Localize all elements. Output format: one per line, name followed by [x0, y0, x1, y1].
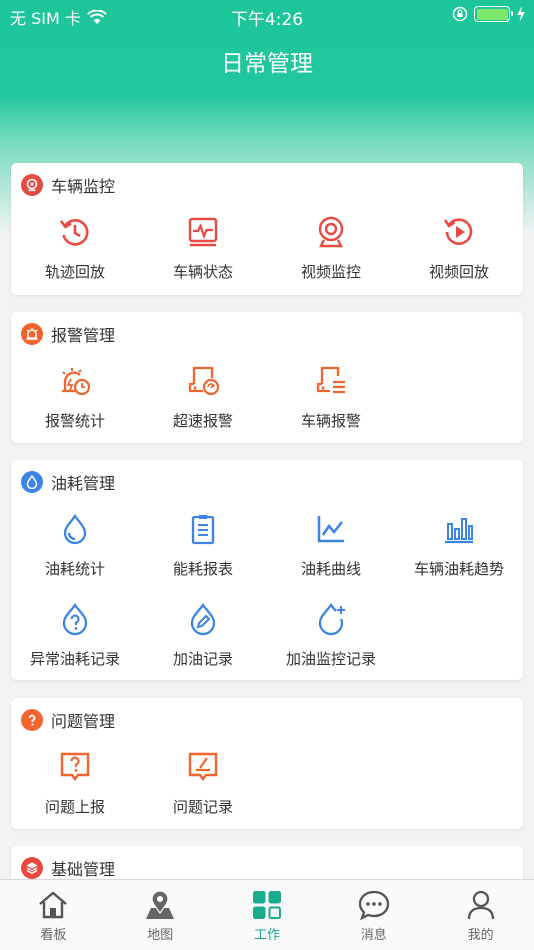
- monitor-pulse-icon: [188, 217, 218, 247]
- item-label: 车辆状态: [172, 263, 233, 281]
- edit-bubble-icon: [188, 752, 218, 781]
- speed-warning-icon: [188, 366, 220, 396]
- fuel-add-icon: [318, 603, 345, 636]
- alarm-stats-item[interactable]: 报警统计: [11, 358, 139, 448]
- section-title: 基础管理: [51, 860, 116, 879]
- issue-report-item[interactable]: 问题上报: [11, 744, 139, 834]
- fuel-management-card: 油耗管理 油耗统计 能耗报表 油耗曲线 车辆油耗趋势 异常油耗记录 加油记录 加…: [11, 460, 523, 680]
- fuel-curve-item[interactable]: 油耗曲线: [267, 506, 395, 596]
- fuel-stats-item[interactable]: 油耗统计: [11, 506, 139, 596]
- tab-label: 我的: [467, 928, 494, 943]
- section-title: 问题管理: [51, 712, 116, 731]
- layers-badge-icon: [21, 857, 43, 879]
- section-title: 车辆监控: [51, 177, 116, 196]
- replay-icon: [443, 218, 473, 245]
- fuel-question-icon: [62, 602, 88, 636]
- map-pin-icon: [146, 890, 175, 919]
- item-label: 异常油耗记录: [29, 650, 120, 668]
- tab-work[interactable]: 工作: [214, 880, 321, 950]
- item-label: 问题上报: [44, 798, 105, 816]
- bar-chart-icon: [445, 518, 473, 544]
- clipboard-list-icon: [191, 515, 215, 545]
- item-label: 超速报警: [172, 412, 233, 430]
- item-label: 油耗曲线: [300, 560, 361, 578]
- camera-badge-icon: [21, 174, 43, 196]
- vehicle-warning-icon: [316, 366, 345, 394]
- page-title: 日常管理: [221, 51, 313, 77]
- item-label: 轨迹回放: [44, 263, 105, 281]
- item-label: 视频监控: [300, 263, 361, 281]
- section-title: 报警管理: [51, 326, 116, 345]
- refuel-record-item[interactable]: 加油记录: [139, 596, 267, 686]
- abnormal-fuel-record-item[interactable]: 异常油耗记录: [11, 596, 139, 686]
- energy-report-item[interactable]: 能耗报表: [139, 506, 267, 596]
- alarm-badge-icon: [21, 323, 43, 345]
- track-playback-item[interactable]: 轨迹回放: [11, 209, 139, 299]
- item-label: 报警统计: [44, 412, 105, 430]
- line-chart-icon: [317, 516, 344, 543]
- issue-management-card: 问题管理 问题上报 问题记录: [11, 698, 523, 829]
- grid-icon: [252, 891, 281, 919]
- item-label: 能耗报表: [172, 560, 233, 578]
- history-icon: [59, 219, 89, 246]
- issue-record-item[interactable]: 问题记录: [139, 744, 267, 834]
- charging-icon: [517, 6, 525, 22]
- fuel-edit-icon: [190, 602, 216, 636]
- vehicle-monitor-card: 车辆监控 轨迹回放 车辆状态 视频监控 视频回放: [11, 163, 523, 295]
- refuel-monitor-record-item[interactable]: 加油监控记录: [267, 596, 395, 686]
- drop-badge-icon: [21, 471, 43, 493]
- tab-profile[interactable]: 我的: [427, 880, 534, 950]
- item-label: 车辆油耗趋势: [413, 560, 504, 578]
- tab-label: 地图: [147, 928, 174, 943]
- section-title: 油耗管理: [51, 474, 116, 493]
- question-badge-icon: [21, 709, 43, 731]
- webcam-icon: [318, 216, 344, 248]
- vehicle-status-item[interactable]: 车辆状态: [139, 209, 267, 299]
- tab-label: 看板: [40, 928, 67, 943]
- user-icon: [467, 890, 494, 920]
- status-bar: 无 SIM 卡 下午4:26: [0, 0, 534, 30]
- tab-dashboard[interactable]: 看板: [0, 880, 107, 950]
- item-label: 车辆报警: [300, 412, 361, 430]
- tab-map[interactable]: 地图: [107, 880, 214, 950]
- alarm-clock-icon: [62, 368, 91, 396]
- fuel-drop-icon: [63, 513, 87, 545]
- speed-alarm-item[interactable]: 超速报警: [139, 358, 267, 448]
- video-playback-item[interactable]: 视频回放: [395, 209, 523, 299]
- rotation-lock-icon: [452, 6, 468, 22]
- video-monitor-item[interactable]: 视频监控: [267, 209, 395, 299]
- battery-icon: [474, 6, 513, 22]
- question-bubble-icon: [60, 752, 90, 781]
- chat-bubble-icon: [358, 890, 389, 921]
- item-label: 加油监控记录: [285, 650, 376, 668]
- tab-bar: 看板 地图 工作 消息 我的: [0, 879, 534, 950]
- item-label: 问题记录: [172, 798, 233, 816]
- tab-label: 工作: [253, 928, 280, 943]
- alarm-management-card: 报警管理 报警统计 超速报警 车辆报警: [11, 312, 523, 443]
- item-label: 视频回放: [428, 263, 489, 281]
- item-label: 油耗统计: [44, 560, 105, 578]
- vehicle-fuel-trend-item[interactable]: 车辆油耗趋势: [395, 506, 523, 596]
- tab-label: 消息: [360, 928, 387, 943]
- item-label: 加油记录: [172, 650, 233, 668]
- vehicle-alarm-item[interactable]: 车辆报警: [267, 358, 395, 448]
- tab-messages[interactable]: 消息: [320, 880, 427, 950]
- home-icon: [39, 891, 68, 919]
